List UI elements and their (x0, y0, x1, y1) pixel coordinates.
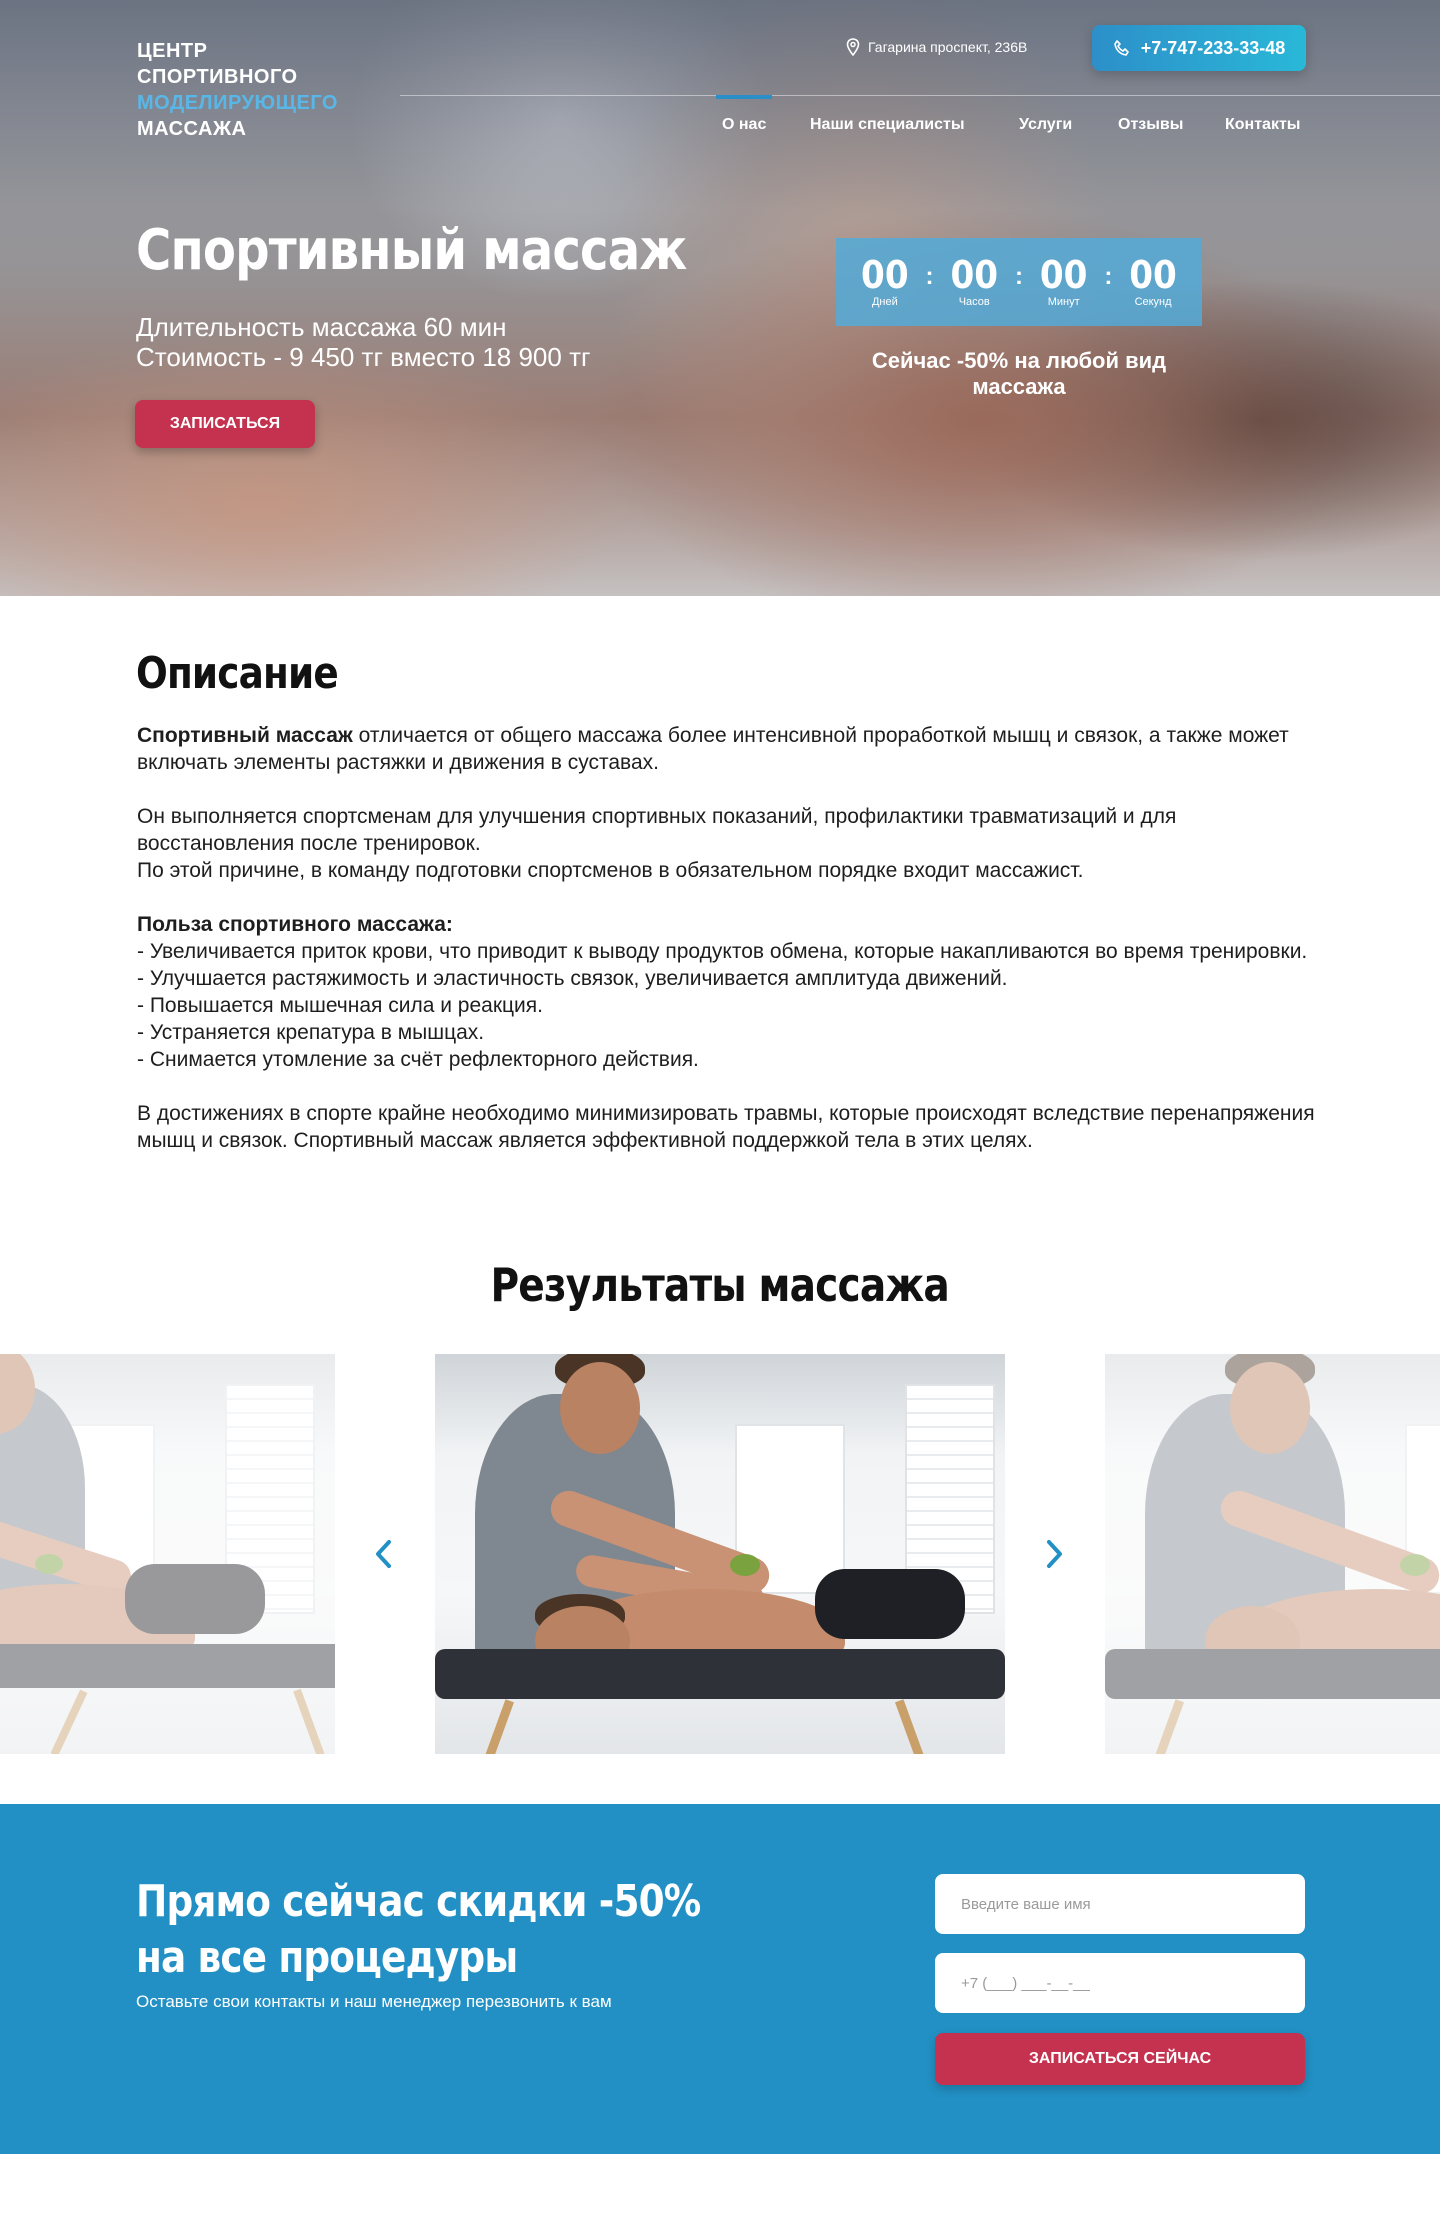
nav-item-contacts[interactable]: Контакты (1225, 116, 1300, 134)
benefit-item: - Устраняется крепатура в мышцах. (137, 1021, 485, 1044)
description-paragraph: Спортивный массаж отличается от общего м… (137, 722, 1317, 776)
signup-now-button[interactable]: ЗАПИСАТЬСЯ СЕЙЧАС (935, 2033, 1305, 2085)
promo-text: Сейчас -50% на любой вид массажа (871, 348, 1167, 399)
description-paragraph: По этой причине, в команду подготовки сп… (137, 859, 1084, 882)
results-title: Результаты массажа (0, 1258, 1440, 1312)
nav-item-services[interactable]: Услуги (1019, 116, 1072, 134)
address-text: Гагарина проспект, 236В (868, 39, 1028, 55)
timer-value: 00 (861, 253, 909, 297)
phone-icon (1113, 39, 1131, 57)
phone-input[interactable] (935, 1953, 1305, 2013)
timer-seconds: 00 Секунд (1124, 256, 1182, 308)
timer-label: Дней (871, 296, 898, 308)
timer-separator: : (1104, 263, 1113, 290)
cta-title-line: Прямо сейчас скидки -50% (136, 1876, 701, 1927)
main-nav: О нас Наши специалисты Услуги Отзывы Кон… (0, 95, 1440, 156)
description-bold: Спортивный массаж (137, 724, 353, 747)
description-paragraph: В достижениях в спорте крайне необходимо… (137, 1102, 1315, 1152)
hero-duration: Длительность массажа 60 мин (136, 312, 507, 342)
timer-days: 00 Дней (856, 256, 914, 308)
timer-label: Секунд (1134, 296, 1172, 308)
countdown-timer: 00 Дней : 00 Часов : 00 Минут : 00 Секун… (836, 238, 1202, 326)
nav-item-specialists[interactable]: Наши специалисты (810, 116, 965, 134)
hero-section: ЦЕНТР СПОРТИВНОГО МОДЕЛИРУЮЩЕГО МАССАЖА … (0, 0, 1440, 596)
benefits-title-text: Польза спортивного массажа: (137, 913, 453, 936)
benefit-item: - Снимается утомление за счёт рефлекторн… (137, 1048, 699, 1071)
logo-line: ЦЕНТР (137, 40, 208, 62)
hero-price: Стоимость - 9 450 тг вместо 18 900 тг (136, 342, 591, 372)
phone-number: +7-747-233-33-48 (1140, 37, 1286, 58)
nav-item-reviews[interactable]: Отзывы (1118, 116, 1183, 134)
timer-value: 00 (1039, 253, 1088, 297)
carousel-slide-current[interactable] (435, 1354, 1005, 1754)
timer-value: 00 (1129, 253, 1177, 297)
timer-separator: : (925, 263, 934, 290)
logo-line: СПОРТИВНОГО (137, 66, 298, 88)
name-input[interactable] (935, 1874, 1305, 1934)
hero-info: Длительность массажа 60 мин Стоимость - … (136, 312, 590, 372)
results-title-text: Результаты массажа (490, 1258, 950, 1312)
timer-minutes: 00 Минут (1035, 256, 1093, 308)
benefit-item: - Увеличивается приток крови, что привод… (137, 940, 1308, 963)
cta-title-line: на все процедуры (136, 1932, 518, 1983)
cta-subtitle: Оставьте свои контакты и наш менеджер пе… (136, 1992, 612, 2011)
description-title: Описание (136, 648, 339, 699)
timer-separator: : (1014, 263, 1023, 290)
cta-title: Прямо сейчас скидки -50% на все процедур… (136, 1874, 701, 1986)
address: Гагарина проспект, 236В (846, 38, 1028, 57)
cta-section: Прямо сейчас скидки -50% на все процедур… (0, 1804, 1440, 2154)
phone-button[interactable]: +7-747-233-33-48 (1092, 25, 1306, 71)
timer-hours: 00 Часов (945, 256, 1003, 308)
signup-button[interactable]: ЗАПИСАТЬСЯ (135, 400, 315, 448)
carousel-next-arrow-icon[interactable] (1036, 1536, 1072, 1572)
timer-value: 00 (950, 253, 999, 297)
location-pin-icon (846, 38, 860, 57)
timer-label: Часов (958, 296, 990, 308)
benefit-item: - Улучшается растяжимость и эластичность… (137, 967, 1008, 990)
hero-title: Спортивный массаж (136, 218, 687, 283)
nav-item-about[interactable]: О нас (715, 95, 773, 134)
carousel-slide-prev[interactable] (0, 1354, 335, 1754)
timer-label: Минут (1047, 296, 1080, 308)
description-paragraph: Он выполняется спортсменам для улучшения… (137, 805, 1177, 855)
carousel-slide-next[interactable] (1105, 1354, 1440, 1754)
benefits-title: Польза спортивного массажа: (137, 911, 1317, 938)
description-text: Спортивный массаж отличается от общего м… (137, 722, 1317, 1154)
carousel-prev-arrow-icon[interactable] (366, 1536, 402, 1572)
benefit-item: - Повышается мышечная сила и реакция. (137, 994, 543, 1017)
